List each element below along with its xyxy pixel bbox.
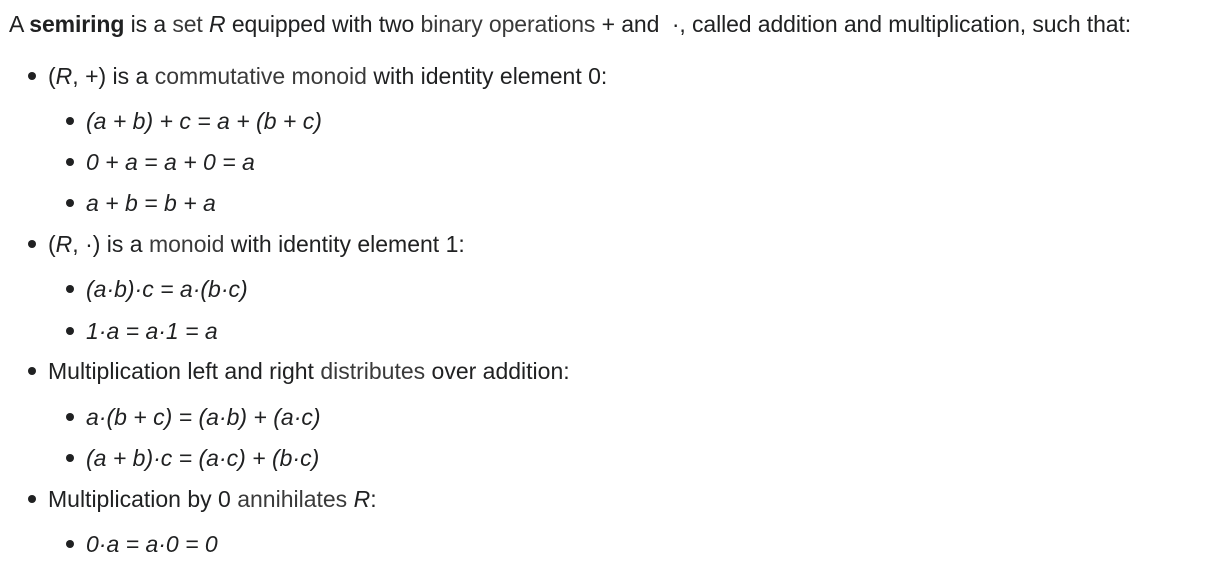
intro-text: A bbox=[9, 11, 30, 37]
link-distributes[interactable]: distributes bbox=[320, 358, 425, 384]
equation-associativity-add: (a + b) + c = a + (b + c) bbox=[86, 108, 322, 134]
equation-commutativity-add: a + b = b + a bbox=[86, 190, 216, 216]
equation-identity-mul: 1·a = a·1 = a bbox=[86, 318, 218, 344]
list-item-equation: a·(b + c) = (a·b) + (a·c) bbox=[66, 404, 321, 432]
bullet-icon bbox=[66, 539, 74, 548]
var-r: R bbox=[55, 231, 73, 257]
intro-text: + and ·, called addition and multiplicat… bbox=[595, 11, 1132, 37]
list-item-equation: 0 + a = a + 0 = a bbox=[66, 149, 255, 177]
bullet-icon bbox=[66, 453, 74, 462]
bullet-icon bbox=[66, 284, 74, 293]
equation-right-distributivity: (a + b)·c = (a·c) + (b·c) bbox=[86, 445, 320, 471]
list-item-equation: (a + b) + c = a + (b + c) bbox=[66, 108, 322, 136]
bullet-icon bbox=[28, 494, 36, 503]
equation-annihilation: 0·a = a·0 = 0 bbox=[86, 531, 218, 557]
bullet-icon bbox=[66, 198, 74, 207]
var-r: R bbox=[55, 63, 73, 89]
var-r: R bbox=[209, 11, 226, 37]
item-text: with identity element 1: bbox=[224, 231, 465, 257]
item-text: : bbox=[370, 486, 377, 512]
list-item-equation: (a·b)·c = a·(b·c) bbox=[66, 276, 248, 304]
item-text: ( bbox=[48, 231, 56, 257]
bullet-icon bbox=[66, 326, 74, 335]
bullet-icon bbox=[28, 71, 36, 80]
intro-text: is a bbox=[124, 11, 173, 37]
list-item-equation: 0·a = a·0 = 0 bbox=[66, 531, 218, 559]
list-item-equation: (a + b)·c = (a·c) + (b·c) bbox=[66, 445, 319, 473]
term-semiring: semiring bbox=[29, 11, 125, 37]
item-text: with identity element 0: bbox=[366, 63, 608, 89]
link-annihilates[interactable]: annihilates bbox=[237, 486, 347, 512]
list-item-distributivity: Multiplication left and right distribute… bbox=[28, 358, 570, 386]
equation-identity-add: 0 + a = a + 0 = a bbox=[86, 149, 255, 175]
list-item-annihilation: Multiplication by 0 annihilates R: bbox=[28, 486, 377, 514]
bullet-icon bbox=[66, 116, 74, 125]
var-r: R bbox=[353, 486, 371, 512]
bullet-icon bbox=[28, 366, 36, 375]
list-item-equation: 1·a = a·1 = a bbox=[66, 318, 218, 346]
link-monoid[interactable]: monoid bbox=[149, 231, 224, 257]
item-text: , ·) is a bbox=[72, 231, 149, 257]
list-item-addition: (R, +) is a commutative monoid with iden… bbox=[28, 63, 607, 91]
item-text: Multiplication left and right bbox=[48, 358, 321, 384]
item-text: over addition: bbox=[425, 358, 570, 384]
intro-paragraph: A semiring is a set R equipped with two … bbox=[9, 11, 1131, 39]
intro-text: equipped with two bbox=[225, 11, 421, 37]
bullet-icon bbox=[66, 157, 74, 166]
list-item-multiplication: (R, ·) is a monoid with identity element… bbox=[28, 231, 465, 259]
link-set[interactable]: set bbox=[172, 11, 202, 37]
item-text: ( bbox=[48, 63, 56, 89]
article-section: A semiring is a set R equipped with two … bbox=[0, 0, 1225, 565]
link-binary-operations[interactable]: binary operations bbox=[421, 11, 596, 37]
equation-left-distributivity: a·(b + c) = (a·b) + (a·c) bbox=[86, 404, 321, 430]
list-item-equation: a + b = b + a bbox=[66, 190, 216, 218]
equation-associativity-mul: (a·b)·c = a·(b·c) bbox=[86, 276, 248, 302]
item-text: Multiplication by 0 bbox=[48, 486, 238, 512]
link-commutative-monoid[interactable]: commutative monoid bbox=[155, 63, 367, 89]
item-text: , +) is a bbox=[72, 63, 155, 89]
bullet-icon bbox=[66, 412, 74, 421]
bullet-icon bbox=[28, 239, 36, 248]
